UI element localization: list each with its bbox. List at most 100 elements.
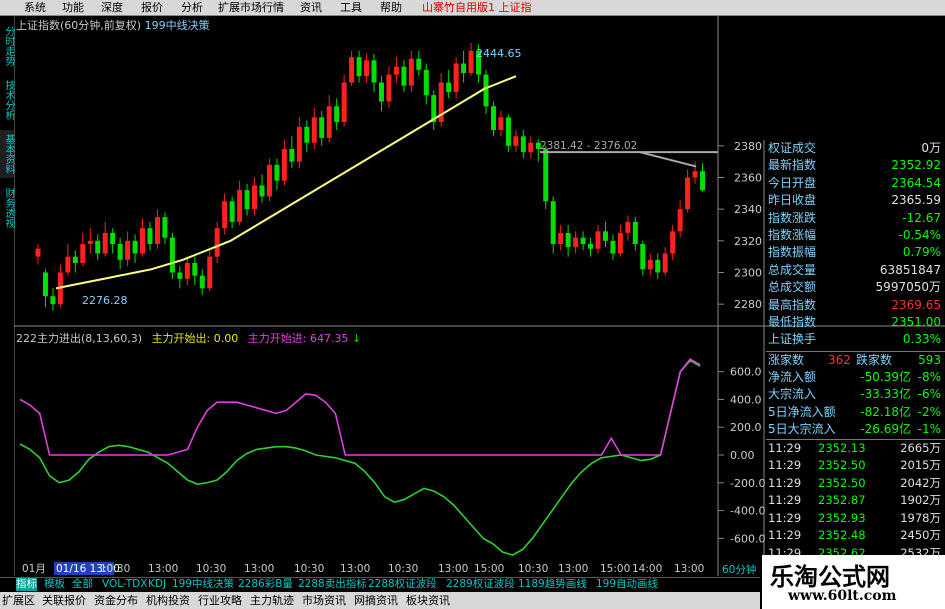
candle-body [461,63,467,73]
period-label[interactable]: 60分钟 [722,562,756,577]
candle-body [543,149,549,202]
candle-body [416,58,422,70]
k2-label: 主力开始进: [247,332,307,345]
up-count-label: 涨家数 [768,352,805,367]
indicator-tab[interactable]: 2288权证波段 [368,578,437,591]
candle-body [341,82,347,123]
price-axis-label: 2380 [734,140,762,153]
candle-body [87,240,93,244]
bottom-tab[interactable]: 网摘资讯 [354,592,398,609]
candle-body [513,136,519,146]
flow-label: 5日大宗流入 [768,422,836,437]
indicator-tab-strip: 指标 模板 全部 VOL-TDX KDJ 199中线决策 2286彩B量 2288卖出指标 22… [0,577,760,591]
candle-body [274,164,280,181]
candle-body [65,256,71,273]
flow-rows: 净流入额 -50.39亿 -8% 大宗流入 -33.33亿 -6% 5日净流入额 -82.18… [766,369,945,439]
k2-value: 647.35 [310,332,349,345]
down-count-value: 593 [918,352,941,367]
indicator-tab[interactable]: 2286彩B量 [238,578,293,591]
quote-title-row: 权证成交 0万 [766,140,945,157]
candle-body [423,69,429,96]
flow-label: 5日净流入额 [768,404,836,419]
candle-body [281,149,287,181]
candle-body [192,263,198,276]
candle-body [296,126,302,162]
indicator-tab[interactable]: 2288卖出指标 [298,578,367,591]
high-label: 2444.65 [476,47,522,60]
candle-body [588,244,594,249]
bottom-tab[interactable]: 关联报价 [42,592,86,609]
quote-value: 2369.65 [891,297,941,312]
tick-time: 11:29 [768,440,802,455]
quote-title-value: 0万 [921,141,941,155]
candle-body [700,171,706,191]
candle-body [528,142,534,153]
candle-body [319,117,325,138]
candle-body [580,237,586,244]
bottom-tab[interactable]: 行业攻略 [198,592,242,609]
tick-price: 2352.13 [818,440,866,455]
candle-body [692,171,698,178]
flow-row: 大宗流入 -33.33亿 -6% [766,386,945,403]
indicator-tab[interactable]: 指标 [16,578,37,591]
k1-line [19,359,701,556]
price-axis-label: 2280 [734,298,762,311]
candle-body [685,177,691,210]
quote-value: -0.54% [898,227,941,242]
candle-body [505,117,511,146]
tick-price: 2352.48 [818,528,866,543]
candle-body [289,149,295,162]
bottom-tab[interactable]: 机构投资 [146,592,190,609]
candle-body [453,63,459,92]
candle-body [95,240,101,254]
indicator-tab[interactable]: 2289权证波段 [446,578,515,591]
indicator-tab[interactable]: 1189趋势画线 [518,578,587,591]
candle-body [677,209,683,232]
quote-row: 上证换手 0.33% [766,331,945,348]
ind-axis-label: 400.0 [730,393,762,406]
quote-label: 昨日收盘 [768,193,817,208]
candle-body [229,201,235,222]
candle-body [558,232,564,244]
indicator-tab[interactable]: 模板 [44,578,65,591]
candle-body [408,58,414,86]
ind-axis-label: 0.00 [730,449,755,462]
candle-body [169,237,175,273]
candle-body [50,296,56,305]
bottom-tab[interactable]: 主力轨迹 [250,592,294,609]
candle-body [573,237,579,248]
flow-label: 净流入额 [768,370,817,385]
x-axis-label: 14:00 [632,563,662,575]
quote-row: 最高指数 2369.65 [766,297,945,314]
x-axis-label: 13:00 [674,563,704,575]
tick-time: 11:29 [768,510,802,525]
candle-body [147,228,153,244]
candle-body [393,66,399,75]
candle-body [655,259,661,273]
flow-row: 净流入额 -50.39亿 -8% [766,369,945,386]
indicator-tab[interactable]: KDJ [148,578,166,591]
candle-body [140,228,146,254]
tick-row: 11:29 2352.87 1902万 [766,492,945,510]
indicator-tab[interactable]: VOL-TDX [102,578,147,591]
quote-title-label: 权证成交 [768,141,817,155]
candle-body [401,66,407,86]
indicator-tab[interactable]: 全部 [72,578,93,591]
indicator-tab[interactable]: 199自动画线 [596,578,658,591]
x-axis-label: 13:00 [558,563,588,575]
candle-body [371,60,377,83]
tick-row: 11:29 2352.50 2042万 [766,475,945,493]
indicator-tab[interactable]: 199中线决策 [172,578,234,591]
bottom-tab[interactable]: 市场资讯 [302,592,346,609]
quote-label: 指数振幅 [768,245,817,260]
flow-value: -82.18亿 [860,404,911,419]
bottom-tab[interactable]: 资金分布 [94,592,138,609]
candle-body [550,201,556,244]
bottom-tab[interactable]: 扩展区 [2,592,35,609]
ind-axis-label: 600.0 [730,366,762,379]
low-label: 2276.28 [82,294,128,307]
flow-value: -50.39亿 [860,370,911,385]
candle-body [252,185,258,210]
price-axis-label: 2320 [734,235,762,248]
bottom-tab[interactable]: 板块资讯 [406,592,450,609]
